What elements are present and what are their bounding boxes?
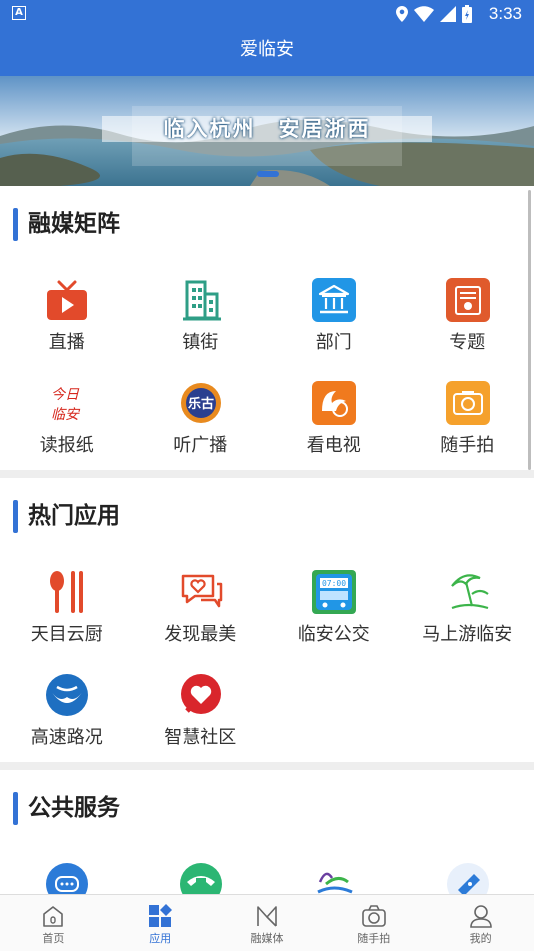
app-label: 部门 [267, 328, 401, 354]
status-time: 3:33 [489, 4, 522, 24]
tab-label: 融媒体 [214, 930, 321, 946]
app-service-chat[interactable] [0, 848, 134, 894]
svg-text:今日: 今日 [51, 387, 80, 403]
beach-umbrella-icon [446, 570, 490, 614]
app-label: 天目云厨 [0, 620, 134, 646]
carousel-indicator[interactable] [257, 171, 279, 177]
svg-text:临安: 临安 [51, 407, 81, 423]
apps-grid-icon [147, 903, 173, 929]
tab-snapshot[interactable]: 随手拍 [320, 895, 427, 951]
app-label: 专题 [401, 328, 534, 354]
app-live[interactable]: 直播 [0, 264, 134, 367]
app-tianmu-kitchen[interactable]: 天目云厨 [0, 556, 134, 659]
section-title: 热门应用 [28, 500, 120, 533]
app-label: 读报纸 [0, 431, 134, 457]
tab-apps[interactable]: 应用 [107, 895, 214, 951]
app-service-scenery[interactable] [267, 848, 401, 894]
tab-home[interactable]: 首页 [0, 895, 107, 951]
community-heart-icon [179, 673, 223, 717]
section-accent-bar [13, 792, 18, 825]
app-radio[interactable]: 乐古 听广播 [134, 367, 268, 470]
main-content: 融媒矩阵 直播 [0, 186, 534, 894]
app-label: 看电视 [267, 431, 401, 457]
app-tour-linan[interactable]: 马上游临安 [401, 556, 534, 659]
page-title: 爱临安 [240, 39, 294, 60]
banner-slogan: 临入杭州 安居浙西 [104, 116, 430, 142]
battery-icon [462, 5, 472, 23]
app-service-ticket[interactable] [401, 848, 534, 894]
section-public-services: 公共服务 [0, 770, 534, 894]
wifi-icon [414, 6, 434, 22]
tab-label: 我的 [427, 930, 534, 946]
section-media-matrix: 融媒矩阵 直播 [0, 186, 534, 470]
app-label: 临安公交 [267, 620, 401, 646]
telephone-icon [179, 862, 223, 894]
location-icon [396, 6, 408, 22]
app-label: 听广播 [134, 431, 268, 457]
status-bar: A 3:33 [0, 0, 534, 28]
scenery-logo-icon [312, 862, 356, 894]
app-highway-status[interactable]: 高速路况 [0, 659, 134, 762]
app-snapshot[interactable]: 随手拍 [401, 367, 534, 470]
app-service-phone[interactable] [134, 848, 268, 894]
bus-icon: 07:00 [312, 570, 356, 614]
government-building-icon [312, 278, 356, 322]
ticket-icon [446, 862, 490, 894]
tab-media[interactable]: 融媒体 [214, 895, 321, 951]
app-discover-beauty[interactable]: 发现最美 [134, 556, 268, 659]
section-title: 融媒矩阵 [28, 208, 120, 241]
newspaper-logo-icon: 今日 临安 [45, 381, 89, 425]
section-accent-bar [13, 208, 18, 241]
status-icons [396, 5, 472, 23]
chat-bubble-icon [45, 862, 89, 894]
bottom-tab-bar: 首页 应用 融媒体 随手拍 我的 [0, 894, 534, 951]
tab-label: 应用 [107, 930, 214, 946]
app-departments[interactable]: 部门 [267, 264, 401, 367]
signal-icon [440, 6, 456, 22]
app-label: 直播 [0, 328, 134, 354]
notification-icon: A [12, 6, 26, 20]
app-linan-bus[interactable]: 07:00 临安公交 [267, 556, 401, 659]
topic-icon [446, 278, 490, 322]
app-label: 高速路况 [0, 723, 134, 749]
scrollbar-thumb[interactable] [528, 190, 531, 470]
section-hot-apps: 热门应用 天目云厨 发现最美 [0, 478, 534, 762]
app-towns[interactable]: 镇街 [134, 264, 268, 367]
section-accent-bar [13, 500, 18, 533]
app-label: 马上游临安 [401, 620, 534, 646]
tab-label: 首页 [0, 930, 107, 946]
tab-label: 随手拍 [320, 930, 427, 946]
highway-logo-icon [45, 673, 89, 717]
app-label: 随手拍 [401, 431, 534, 457]
tab-profile[interactable]: 我的 [427, 895, 534, 951]
app-label: 发现最美 [134, 620, 268, 646]
heart-chat-icon [179, 570, 223, 614]
tv-logo-icon [312, 381, 356, 425]
svg-text:07:00: 07:00 [322, 579, 346, 588]
app-topics[interactable]: 专题 [401, 264, 534, 367]
app-newspaper[interactable]: 今日 临安 读报纸 [0, 367, 134, 470]
app-label: 智慧社区 [134, 723, 268, 749]
live-tv-icon [45, 278, 89, 322]
home-icon [40, 903, 66, 929]
app-smart-community[interactable]: 智慧社区 [134, 659, 268, 762]
camera-icon [446, 381, 490, 425]
app-label: 镇街 [134, 328, 268, 354]
media-icon [254, 903, 280, 929]
buildings-icon [179, 278, 223, 322]
svg-text:乐古: 乐古 [187, 396, 213, 412]
spoon-chopsticks-icon [45, 570, 89, 614]
banner-carousel[interactable]: 临入杭州 安居浙西 [0, 76, 534, 186]
user-icon [468, 903, 494, 929]
radio-logo-icon: 乐古 [179, 381, 223, 425]
app-tv[interactable]: 看电视 [267, 367, 401, 470]
app-header: 爱临安 [0, 28, 534, 76]
camera-icon [361, 903, 387, 929]
section-title: 公共服务 [28, 792, 120, 825]
